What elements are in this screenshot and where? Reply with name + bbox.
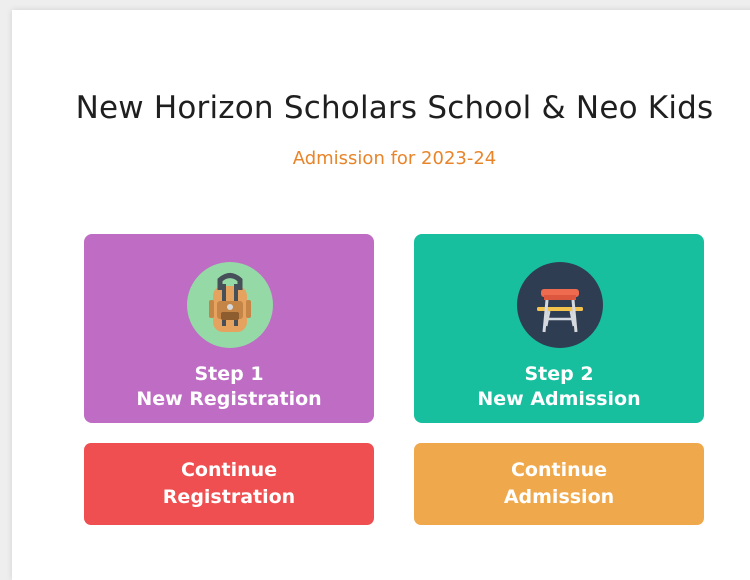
continue-admission-line2: Admission [503,486,615,508]
school-desk-chair-icon [517,262,603,348]
admission-year-subtitle: Admission for 2023-24 [292,148,497,169]
admission-panel: New Horizon Scholars School & Neo Kids A… [12,10,750,580]
new-admission-card[interactable]: Step 2 New Admission [414,234,704,423]
school-name-title: New Horizon Scholars School & Neo Kids [75,90,714,126]
continue-registration-line1: Continue [180,459,278,481]
step-2-label: Step 2 [524,363,594,385]
backpack-icon [187,262,273,348]
continue-registration-button[interactable]: Continue Registration [84,443,374,525]
continue-admission-button[interactable]: Continue Admission [414,443,704,525]
new-registration-label: New Registration [136,388,322,410]
continue-admission-line1: Continue [510,459,608,481]
new-admission-label: New Admission [477,388,641,410]
step-1-label: Step 1 [194,363,264,385]
continue-registration-line2: Registration [162,486,296,508]
new-registration-card[interactable]: Step 1 New Registration [84,234,374,423]
